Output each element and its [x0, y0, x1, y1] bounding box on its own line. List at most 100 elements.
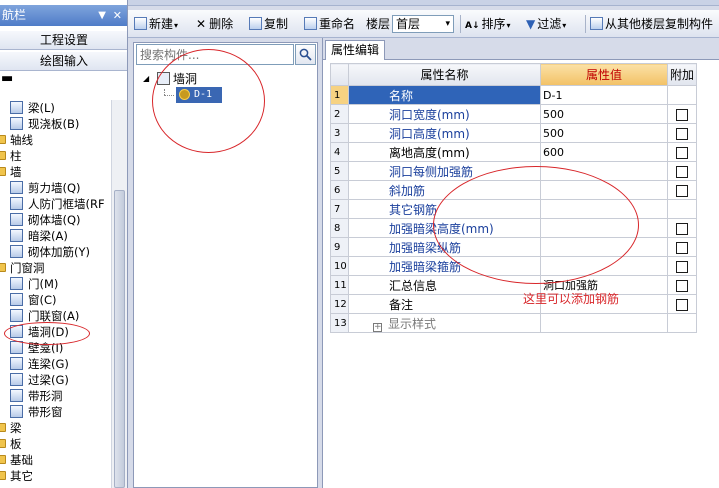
- row-number: 5: [330, 161, 349, 181]
- copy-button[interactable]: 复制: [249, 15, 288, 33]
- door-icon: [10, 277, 23, 290]
- close-icon[interactable]: ✕: [113, 5, 122, 26]
- nav-tree-item-label: 带形洞: [28, 389, 63, 403]
- nav-tree-item[interactable]: 基础: [0, 452, 112, 468]
- expander-icon[interactable]: ◢: [143, 71, 149, 87]
- property-name[interactable]: 离地高度(mm): [348, 142, 541, 162]
- nav-tree-item[interactable]: 梁: [0, 420, 112, 436]
- copy-from-floor-button[interactable]: 从其他楼层复制构件: [590, 15, 713, 33]
- nav-tree-item[interactable]: 其它: [0, 468, 112, 484]
- nav-tree-item[interactable]: 砌体加筋(Y): [0, 244, 112, 260]
- nav-tree-item[interactable]: 板: [0, 436, 112, 452]
- extra-cell[interactable]: [667, 180, 697, 200]
- nav-tree-item-label: 基础: [10, 453, 33, 467]
- extra-checkbox[interactable]: [676, 222, 688, 235]
- property-name-label: 洞口宽度(mm): [389, 107, 470, 122]
- extra-checkbox[interactable]: [676, 184, 688, 197]
- project-settings-button[interactable]: 工程设置: [0, 31, 127, 50]
- copy-floor-icon: [590, 17, 603, 30]
- nav-tree-item[interactable]: 人防门框墙(RF: [0, 196, 112, 212]
- annotation-note: 这里可以添加钢筋: [523, 292, 620, 306]
- nav-tree-item[interactable]: 轴线: [0, 132, 112, 148]
- table-row[interactable]: 13 + 显示样式: [330, 313, 697, 333]
- property-name-label: 洞口高度(mm): [389, 126, 470, 141]
- table-row[interactable]: 12 备注: [330, 294, 697, 314]
- table-row[interactable]: 2 洞口宽度(mm) 500: [330, 104, 697, 124]
- search-button[interactable]: [295, 44, 316, 65]
- nav-tree-item[interactable]: 剪力墙(Q): [0, 180, 112, 196]
- rename-button[interactable]: 重命名: [304, 15, 355, 33]
- rename-label: 重命名: [319, 17, 356, 31]
- toolbar-separator: [585, 15, 586, 33]
- extra-cell: [667, 199, 697, 219]
- extra-cell[interactable]: [667, 142, 697, 162]
- table-row[interactable]: 1 名称 D-1: [330, 85, 697, 105]
- sort-button[interactable]: A↓ 排序▾: [465, 15, 511, 33]
- filter-button[interactable]: ▼ 过滤▾: [526, 15, 566, 33]
- extra-checkbox[interactable]: [676, 260, 688, 273]
- property-name[interactable]: 洞口高度(mm): [348, 123, 541, 143]
- property-value[interactable]: 500: [540, 123, 668, 143]
- nav-scrollbar-thumb[interactable]: [114, 190, 125, 488]
- nav-tree-item[interactable]: 梁(L): [0, 100, 112, 116]
- nav-scrollbar[interactable]: [111, 100, 127, 488]
- shear-wall-icon: [10, 181, 23, 194]
- property-name[interactable]: 备注: [348, 294, 541, 314]
- nav-tree-item[interactable]: 墙: [0, 164, 112, 180]
- new-button[interactable]: 新建▾: [134, 15, 178, 33]
- property-value[interactable]: 500: [540, 104, 668, 124]
- drawing-input-button[interactable]: 绘图输入: [0, 52, 127, 71]
- nav-tree-item[interactable]: 暗梁(A): [0, 228, 112, 244]
- nav-tree-item[interactable]: 门(M): [0, 276, 112, 292]
- extra-checkbox[interactable]: [676, 165, 688, 178]
- nav-tree-item[interactable]: 柱: [0, 148, 112, 164]
- expand-icon[interactable]: +: [373, 322, 382, 332]
- navigation-pane: 航栏 ▼ ✕ 工程设置 绘图输入 ▬ 梁(L) 现浇板(B) 轴线柱墙剪力墙(Q) 人…: [0, 0, 128, 488]
- property-value[interactable]: 600: [540, 142, 668, 162]
- nav-tree-item-label: 墙: [10, 165, 22, 179]
- tab-property-edit[interactable]: 属性编辑: [325, 40, 385, 60]
- floor-select[interactable]: 首层 ▾: [392, 15, 454, 33]
- extra-cell[interactable]: [667, 275, 697, 295]
- nav-tree-item-label: 过梁(G): [28, 373, 69, 387]
- extra-checkbox[interactable]: [676, 108, 688, 121]
- extra-checkbox[interactable]: [676, 127, 688, 140]
- extra-checkbox[interactable]: [676, 298, 688, 311]
- nav-tree-item[interactable]: 连梁(G): [0, 356, 112, 372]
- property-value[interactable]: D-1: [540, 85, 668, 105]
- extra-cell[interactable]: [667, 256, 697, 276]
- row-number: 9: [330, 237, 349, 257]
- extra-cell[interactable]: [667, 161, 697, 181]
- extra-cell[interactable]: [667, 237, 697, 257]
- nav-tree-item[interactable]: 砌体墙(Q): [0, 212, 112, 228]
- nav-tree-item[interactable]: 带形洞: [0, 388, 112, 404]
- folder-icon: [0, 167, 6, 176]
- nav-tree-item[interactable]: 过梁(G): [0, 372, 112, 388]
- property-value[interactable]: [540, 313, 668, 333]
- nav-tree-item[interactable]: 窗(C): [0, 292, 112, 308]
- nav-tree-item[interactable]: 现浇板(B): [0, 116, 112, 132]
- pin-icon[interactable]: ▼: [98, 5, 106, 26]
- extra-cell[interactable]: [667, 123, 697, 143]
- nav-tree-item[interactable]: 门窗洞: [0, 260, 112, 276]
- extra-cell[interactable]: [667, 104, 697, 124]
- nav-tree-item-label: 砌体加筋(Y): [28, 245, 90, 259]
- extra-checkbox[interactable]: [676, 146, 688, 159]
- property-name-label: 其它钢筋: [389, 202, 438, 217]
- table-row[interactable]: 4 离地高度(mm) 600: [330, 142, 697, 162]
- property-name[interactable]: 名称: [348, 85, 541, 105]
- extra-cell[interactable]: [667, 218, 697, 238]
- nav-tree-item-label: 剪力墙(Q): [28, 181, 81, 195]
- nav-tree-item-label: 板: [10, 437, 22, 451]
- extra-checkbox[interactable]: [676, 241, 688, 254]
- nav-tree-item-label: 其它: [10, 469, 33, 483]
- property-name[interactable]: + 显示样式: [348, 313, 541, 333]
- delete-button[interactable]: ✕ 删除: [196, 15, 233, 33]
- extra-checkbox[interactable]: [676, 279, 688, 292]
- property-name-label: 离地高度(mm): [389, 145, 470, 160]
- property-name[interactable]: 洞口宽度(mm): [348, 104, 541, 124]
- nav-tree-item[interactable]: 带形窗: [0, 404, 112, 420]
- table-row[interactable]: 3 洞口高度(mm) 500: [330, 123, 697, 143]
- window-icon: [10, 293, 23, 306]
- extra-cell[interactable]: [667, 294, 697, 314]
